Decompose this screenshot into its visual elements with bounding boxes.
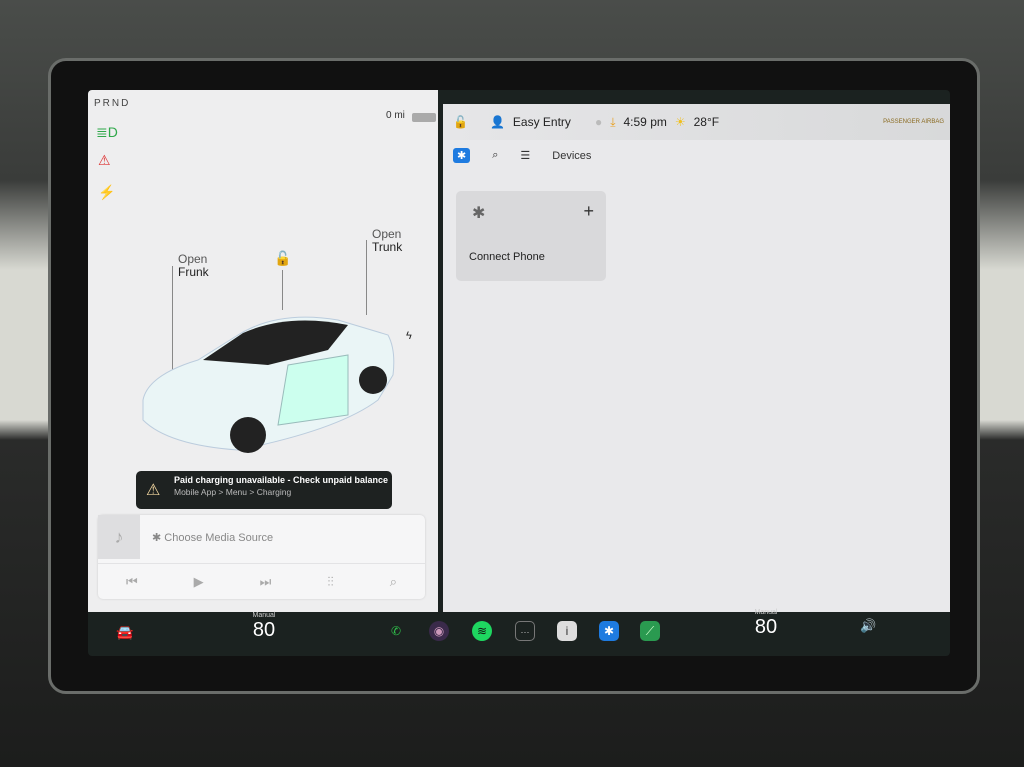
passenger-temp-value: 80 bbox=[754, 616, 778, 638]
trunk-label: Trunk bbox=[372, 240, 403, 254]
search-tab-icon[interactable]: ⌕ bbox=[492, 149, 498, 162]
unlock-icon[interactable]: 🔓 bbox=[274, 250, 291, 267]
battery-icon bbox=[412, 113, 436, 122]
status-circle-icon: ● bbox=[594, 115, 603, 129]
temperature: 28°F bbox=[693, 115, 720, 129]
odometer: 0 mi bbox=[386, 110, 405, 121]
driver-temp-value: 80 bbox=[252, 619, 276, 641]
volume-icon[interactable]: 🔊 bbox=[860, 618, 876, 634]
charge-port-icon[interactable]: ϟ bbox=[406, 330, 412, 342]
driver-temp-mode: Manual bbox=[252, 612, 276, 619]
open-trunk-button[interactable]: Open Trunk bbox=[372, 228, 402, 254]
bluetooth-panel: ✱ ⌕ ☰ Devices ✱ + Connect Phone bbox=[443, 104, 950, 612]
lock-line bbox=[282, 270, 283, 310]
charging-icon: ⚡ bbox=[98, 184, 116, 200]
media-source-label: Choose Media Source bbox=[164, 532, 274, 544]
passenger-temperature[interactable]: Manual 80 bbox=[740, 609, 792, 639]
car-panel: PRND ≣D ⚠ ⚡ 0 mi Open Frunk 🔓 Open Trunk ϟ… bbox=[88, 90, 438, 612]
bluetooth-small-icon: ✱ bbox=[152, 532, 165, 544]
search-icon[interactable]: ⌕ bbox=[390, 574, 397, 590]
touchscreen: PRND ≣D ⚠ ⚡ 0 mi Open Frunk 🔓 Open Trunk ϟ… bbox=[88, 90, 950, 656]
bluetooth-icon: ✱ bbox=[472, 205, 486, 222]
passenger-airbag-indicator: PASSENGER AIRBAG bbox=[883, 119, 944, 125]
open-frunk-button[interactable]: Open Frunk bbox=[178, 253, 209, 279]
passenger-temp-mode: Manual bbox=[754, 609, 778, 616]
car-icon[interactable]: 🚘 bbox=[116, 624, 133, 641]
camera-icon[interactable]: ◉ bbox=[429, 621, 449, 641]
warning-icon: ⚠ bbox=[146, 482, 161, 499]
media-player: ♪ ✱ Choose Media Source ⏮ ▶ ⏭ ⫶⫶ ⌕ bbox=[98, 515, 425, 599]
messages-icon[interactable]: ··· bbox=[515, 621, 535, 641]
phone-icon[interactable]: ✆ bbox=[386, 621, 406, 641]
music-note-icon: ♪ bbox=[98, 515, 140, 559]
spotify-icon[interactable]: ≋ bbox=[472, 621, 492, 641]
trunk-line bbox=[366, 240, 367, 315]
car-image bbox=[142, 316, 395, 453]
headlight-icon: ≣D bbox=[96, 124, 118, 140]
profile-icon: 👤 bbox=[489, 115, 505, 129]
plus-icon: + bbox=[583, 201, 594, 221]
media-source-button[interactable]: ✱ Choose Media Source bbox=[152, 531, 273, 544]
clock: 4:59 pm bbox=[623, 115, 667, 129]
energy-icon[interactable]: ⟋ bbox=[640, 621, 660, 641]
equalizer-icon[interactable]: ⫶⫶ bbox=[327, 574, 334, 590]
bluetooth-app-icon[interactable]: ✱ bbox=[599, 621, 619, 641]
tab-devices[interactable]: Devices bbox=[552, 150, 591, 162]
manual-icon[interactable]: i bbox=[557, 621, 577, 641]
bluetooth-tab-icon[interactable]: ✱ bbox=[453, 148, 471, 163]
play-icon[interactable]: ▶ bbox=[194, 574, 204, 590]
download-icon[interactable]: ⤓ bbox=[610, 115, 615, 130]
frunk-label: Frunk bbox=[178, 265, 209, 279]
status-bar: 🔓 👤 Easy Entry ● ⤓ 4:59 pm ☀ 28°F PASSEN… bbox=[443, 104, 950, 140]
previous-icon[interactable]: ⏮ bbox=[126, 574, 138, 590]
seatbelt-icon: ⚠ bbox=[98, 152, 111, 168]
lock-icon[interactable]: 🔓 bbox=[453, 115, 468, 129]
connect-phone-label: Connect Phone bbox=[469, 251, 545, 263]
bottom-dock: 🚘 Manual 80 ✆ ◉ ≋ ··· i ✱ ⟋ Manual 80 🔊 bbox=[88, 609, 950, 656]
driver-temperature[interactable]: Manual 80 bbox=[238, 612, 290, 642]
connect-phone-button[interactable]: ✱ + Connect Phone bbox=[456, 191, 606, 281]
profile-button[interactable]: Easy Entry bbox=[513, 115, 571, 129]
alert-title: Paid charging unavailable - Check unpaid… bbox=[174, 475, 389, 485]
charging-alert[interactable]: ⚠ Paid charging unavailable - Check unpa… bbox=[136, 471, 392, 509]
next-icon[interactable]: ⏭ bbox=[260, 574, 272, 590]
list-tab-icon[interactable]: ☰ bbox=[520, 149, 530, 162]
sun-icon: ☀ bbox=[674, 115, 686, 129]
gear-indicator: PRND bbox=[94, 98, 131, 109]
alert-subtitle: Mobile App > Menu > Charging bbox=[174, 487, 292, 497]
